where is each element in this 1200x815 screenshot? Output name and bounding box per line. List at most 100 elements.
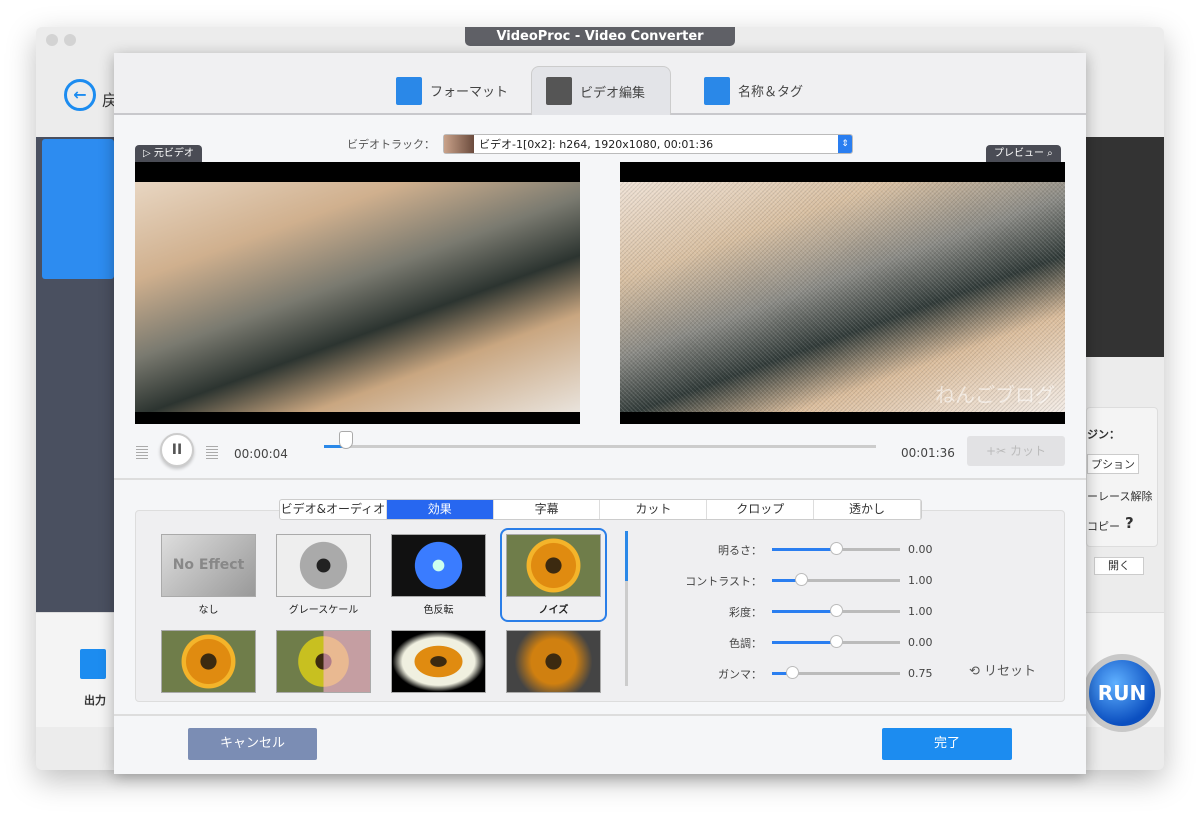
tab-video-edit[interactable]: ビデオ編集 [531,66,671,115]
adjustment-label: 明るさ： [718,543,762,557]
subtab-5[interactable]: 透かし [814,500,921,519]
effect-item[interactable]: No Effect なし [161,534,256,616]
chevron-updown-icon: ⇕ [838,135,852,153]
subtab-0[interactable]: ビデオ&オーディオ [280,500,387,519]
effects-scrollbar[interactable] [625,531,628,686]
effect-label: グレースケール [288,605,359,616]
adjustment-value: 1.00 [908,605,933,618]
subtab-3[interactable]: カット [600,500,708,519]
bg-label: ジン： [1087,428,1120,441]
done-button[interactable]: 完了 [882,728,1012,760]
window-close-button[interactable] [46,34,58,46]
adjustment-row: コントラスト： 1.00 [656,565,950,596]
back-icon[interactable]: ← [64,79,96,111]
effect-item[interactable] [161,630,256,693]
seek-handle[interactable] [339,431,354,449]
adjustment-value: 1.00 [908,574,933,587]
effect-thumbnail [391,630,486,693]
effect-item[interactable] [276,630,371,693]
subtab-4[interactable]: クロップ [707,500,815,519]
slider-handle[interactable] [830,542,843,555]
cut-label: カット [1009,444,1046,458]
preview-video-player[interactable]: ねんごブログ [620,162,1065,424]
adjustment-label: 彩度： [729,605,762,619]
background-preview [1086,137,1164,357]
subtab-1[interactable]: 効果 [386,500,494,519]
cut-button[interactable]: +✂ カット [967,436,1065,466]
grip-icon [206,445,218,459]
window-minimize-button[interactable] [64,34,76,46]
background-video-thumbnail[interactable] [42,139,114,279]
video-edit-dialog: フォーマット ビデオ編集 名称＆タグ ビデオトラック： ビデオ-1[0x2]: … [114,53,1086,774]
divider [114,714,1086,716]
grip-icon [136,445,148,459]
name-tag-edit-icon [704,76,730,105]
effect-thumbnail [276,630,371,693]
adjustment-slider[interactable] [772,573,900,586]
play-icon: ▷ [143,148,154,159]
slider-handle[interactable] [830,635,843,648]
adjustment-sliders: 明るさ： 0.00 コントラスト： 1.00 彩度： 1.00 色調： 0.00 ガンマ： 0.7… [656,534,950,689]
reset-button[interactable]: ⟲ リセット [969,660,1036,679]
edit-subtabs: ビデオ&オーディオ 効果 字幕 カット クロップ 透かし [279,499,922,520]
effect-item[interactable]: 色反転 [391,534,486,616]
output-icon[interactable] [80,649,106,679]
adjustment-slider[interactable] [772,666,900,679]
watermark-text: ねんごブログ [935,383,1055,407]
tab-name-tag[interactable]: 名称＆タグ [690,66,817,115]
effect-thumbnail [506,534,601,597]
seek-slider[interactable] [324,431,876,449]
pause-button[interactable]: II [160,433,194,467]
video-track-label: ビデオトラック： [347,138,435,151]
slider-handle[interactable] [830,604,843,617]
duration: 00:01:36 [901,446,955,460]
effects-grid: No Effect なし グレースケール 色反転 ノイズ [161,528,607,693]
original-video-frame [135,182,580,412]
adjustment-slider[interactable] [772,635,900,648]
current-time: 00:00:04 [234,447,288,461]
adjustment-value: 0.00 [908,543,933,556]
effect-item[interactable]: グレースケール [276,534,371,616]
slider-handle[interactable] [786,666,800,679]
scissors-icon: +✂ [986,444,1010,458]
help-icon[interactable]: ? [1125,514,1134,532]
tab-label: フォーマット [430,85,509,100]
format-settings-icon [396,76,422,105]
video-track-select[interactable]: ビデオ-1[0x2]: h264, 1920x1080, 00:01:36 ⇕ [443,134,853,154]
video-track-value: ビデオ-1[0x2]: h264, 1920x1080, 00:01:36 [479,138,714,151]
slider-handle[interactable] [795,573,809,586]
adjustment-row: ガンマ： 0.75 [656,658,950,689]
effect-item[interactable]: ノイズ [500,528,607,622]
effect-thumbnail [391,534,486,597]
track-thumbnail [444,135,474,153]
adjustment-slider[interactable] [772,604,900,617]
adjustment-slider[interactable] [772,542,900,555]
subtab-2[interactable]: 字幕 [494,500,601,519]
reset-label: リセット [984,664,1037,679]
tab-format[interactable]: フォーマット [382,66,522,115]
effect-item[interactable] [506,630,601,693]
background-options-panel: ジン： プション ーレース解除 コピー ? [1086,407,1158,547]
video-edit-scissors-icon [546,77,572,105]
preview-label-text: プレビュー [994,148,1044,159]
cancel-button[interactable]: キャンセル [188,728,317,760]
effect-label: 色反転 [423,605,454,616]
adjustment-value: 0.00 [908,636,933,649]
preview-label[interactable]: プレビュー ⌕ [986,145,1061,162]
adjustment-row: 色調： 0.00 [656,627,950,658]
original-label-text: 元ビデオ [153,148,194,159]
effect-item[interactable] [391,630,486,693]
adjustment-label: コントラスト： [685,574,762,588]
original-video-player[interactable] [135,162,580,424]
adjustment-value: 0.75 [908,667,933,680]
original-video-label: ▷ 元ビデオ [135,145,202,162]
effects-panel: No Effect なし グレースケール 色反転 ノイズ 明るさ： 0.00 コントラスト：… [135,510,1065,702]
no-effect-text: No Effect [172,557,245,573]
output-label: 出力 [84,694,106,707]
reset-history-icon: ⟲ [969,664,985,679]
open-button[interactable]: 開く [1094,557,1144,575]
dialog-tabbar: フォーマット ビデオ編集 名称＆タグ [114,53,1086,115]
run-button[interactable]: RUN [1083,654,1161,732]
effect-thumbnail [161,630,256,693]
bg-option-button[interactable]: プション [1087,454,1139,474]
